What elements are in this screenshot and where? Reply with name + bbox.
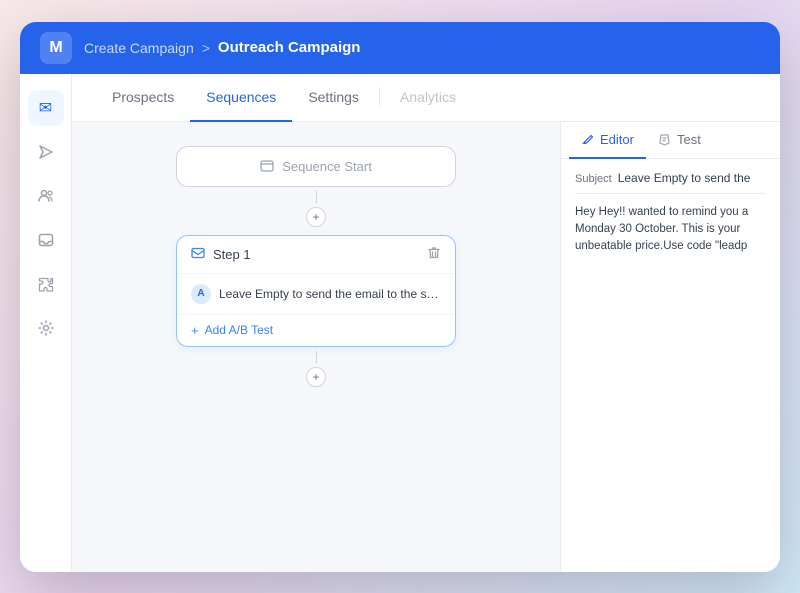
- tab-nav: Prospects Sequences Settings Analytics: [72, 74, 780, 122]
- subject-value: Leave Empty to send the: [618, 171, 751, 185]
- content-area: Prospects Sequences Settings Analytics: [72, 74, 780, 572]
- add-ab-label: Add A/B Test: [205, 323, 274, 337]
- canvas-panel-area: Sequence Start +: [72, 122, 780, 572]
- subject-row: Subject Leave Empty to send the: [575, 171, 766, 194]
- logo: M: [40, 32, 72, 64]
- canvas: Sequence Start +: [72, 122, 560, 572]
- panel-content: Subject Leave Empty to send the Hey Hey!…: [561, 159, 780, 572]
- sidebar: ✉: [20, 74, 72, 572]
- tab-settings[interactable]: Settings: [292, 74, 375, 122]
- sidebar-icon-envelope[interactable]: ✉: [28, 90, 64, 126]
- sidebar-icon-puzzle[interactable]: [28, 266, 64, 302]
- breadcrumb-prev[interactable]: Create Campaign: [84, 40, 194, 56]
- variant-row[interactable]: A Leave Empty to send the email to the s…: [177, 274, 455, 315]
- add-ab-button[interactable]: + Add A/B Test: [177, 315, 455, 346]
- step-delete-button[interactable]: [427, 246, 441, 263]
- subject-label: Subject: [575, 173, 612, 185]
- sequence-start-card: Sequence Start: [176, 146, 456, 187]
- sidebar-icon-settings[interactable]: [28, 310, 64, 346]
- panel-tabs: Editor Test: [561, 122, 780, 159]
- step-card: Step 1 A Leave Empty to send the e: [176, 235, 456, 347]
- tab-sequences[interactable]: Sequences: [190, 74, 292, 122]
- right-panel: Editor Test Subject: [560, 122, 780, 572]
- tab-divider: [379, 87, 380, 107]
- sequence-start-label: Sequence Start: [282, 159, 372, 174]
- top-bar: M Create Campaign > Outreach Campaign: [20, 22, 780, 74]
- variant-text: Leave Empty to send the email to the sa.…: [219, 287, 441, 301]
- add-step-button-bottom[interactable]: +: [306, 367, 326, 387]
- step-email-icon: [191, 246, 205, 263]
- panel-tab-editor-label: Editor: [600, 132, 634, 147]
- add-step-button-top[interactable]: +: [306, 207, 326, 227]
- breadcrumb: Create Campaign > Outreach Campaign: [84, 39, 360, 56]
- add-ab-plus-icon: +: [191, 323, 199, 338]
- breadcrumb-current: Outreach Campaign: [218, 39, 361, 56]
- tab-analytics[interactable]: Analytics: [384, 74, 472, 122]
- app-window: M Create Campaign > Outreach Campaign ✉: [20, 22, 780, 572]
- variant-badge: A: [191, 284, 211, 304]
- panel-tab-editor[interactable]: Editor: [569, 122, 646, 159]
- breadcrumb-separator: >: [202, 40, 210, 56]
- sidebar-icon-inbox[interactable]: [28, 222, 64, 258]
- panel-tab-test[interactable]: Test: [646, 122, 713, 159]
- step-title-group: Step 1: [191, 246, 251, 263]
- sidebar-icon-send[interactable]: [28, 134, 64, 170]
- connector-line-top: [316, 191, 317, 203]
- step-header: Step 1: [177, 236, 455, 274]
- main-area: ✉: [20, 74, 780, 572]
- tab-prospects[interactable]: Prospects: [96, 74, 190, 122]
- step-title: Step 1: [213, 247, 251, 262]
- sidebar-icon-users[interactable]: [28, 178, 64, 214]
- connector-line-bottom: [316, 351, 317, 363]
- email-body: Hey Hey!! wanted to remind you a Monday …: [575, 204, 766, 256]
- panel-tab-test-label: Test: [677, 132, 701, 147]
